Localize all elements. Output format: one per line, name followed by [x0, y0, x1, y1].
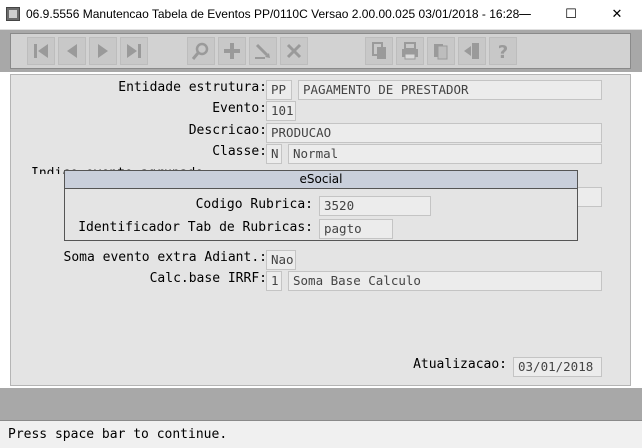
- last-record-icon: [127, 44, 141, 58]
- evento-field[interactable]: 101: [266, 101, 296, 121]
- calc-base-code-field[interactable]: 1: [266, 271, 282, 291]
- identificador-field[interactable]: pagto: [319, 219, 393, 239]
- delete-icon: [286, 43, 302, 59]
- search-icon: [191, 42, 209, 60]
- classe-code-field[interactable]: N: [266, 144, 282, 164]
- minimize-button[interactable]: —: [502, 0, 548, 29]
- entidade-desc-field: PAGAMENTO DE PRESTADOR: [298, 80, 602, 100]
- close-button[interactable]: ✕: [594, 0, 640, 29]
- add-button[interactable]: [218, 37, 246, 65]
- last-record-button[interactable]: [120, 37, 148, 65]
- calc-base-label: Calc.base IRRF:: [149, 271, 267, 286]
- window-title: 06.9.5556 Manutencao Tabela de Eventos P…: [26, 7, 520, 21]
- print-icon: [402, 42, 418, 60]
- exit-icon: [464, 43, 479, 59]
- identificador-label: Identificador Tab de Rubricas:: [78, 220, 313, 235]
- next-record-button[interactable]: [89, 37, 117, 65]
- soma-evento-label: Soma evento extra Adiant.:: [63, 250, 268, 265]
- status-bar: Press space bar to continue.: [0, 420, 642, 448]
- atualizacao-label: Atualizacao:: [413, 357, 507, 372]
- first-record-icon: [34, 44, 48, 58]
- entidade-code-field[interactable]: PP: [266, 80, 292, 100]
- help-icon: ?: [498, 42, 508, 62]
- evento-label: Evento:: [212, 101, 267, 116]
- toolbar-panel: ?: [10, 33, 631, 69]
- classe-label: Classe:: [212, 144, 267, 159]
- status-message: Press space bar to continue.: [8, 427, 228, 442]
- print-button[interactable]: [396, 37, 424, 65]
- codigo-rubrica-field[interactable]: 3520: [319, 196, 431, 216]
- title-bar: 06.9.5556 Manutencao Tabela de Eventos P…: [0, 0, 642, 30]
- entidade-label: Entidade estrutura:: [118, 80, 267, 95]
- documents-icon: [434, 44, 448, 60]
- search-button[interactable]: [187, 37, 215, 65]
- edit-button[interactable]: [249, 37, 277, 65]
- atualizacao-field: 03/01/2018: [513, 357, 602, 377]
- codigo-rubrica-label: Codigo Rubrica:: [195, 197, 313, 212]
- soma-evento-field[interactable]: Nao: [266, 250, 296, 270]
- delete-button[interactable]: [280, 37, 308, 65]
- svg-text:?: ?: [498, 42, 508, 62]
- maximize-button[interactable]: ☐: [548, 0, 594, 29]
- calc-base-desc-field: Soma Base Calculo: [288, 271, 602, 291]
- add-icon: [224, 43, 240, 59]
- app-icon: [6, 7, 20, 21]
- previous-record-button[interactable]: [58, 37, 86, 65]
- exit-button[interactable]: [458, 37, 486, 65]
- descricao-field[interactable]: PRODUCAO: [266, 123, 602, 143]
- help-button[interactable]: ?: [489, 37, 517, 65]
- bottom-panel: [0, 388, 642, 420]
- copy-button[interactable]: [365, 37, 393, 65]
- first-record-button[interactable]: [27, 37, 55, 65]
- classe-desc-field: Normal: [288, 144, 602, 164]
- documents-button[interactable]: [427, 37, 455, 65]
- edit-icon: [255, 43, 270, 59]
- toolbar: ?: [0, 30, 642, 72]
- esocial-dialog: eSocial Codigo Rubrica: 3520 Identificad…: [64, 170, 578, 241]
- copy-icon: [372, 42, 386, 59]
- descricao-label: Descricao:: [188, 123, 267, 138]
- dialog-title: eSocial: [65, 171, 577, 189]
- next-record-icon: [98, 44, 108, 58]
- previous-record-icon: [67, 44, 77, 58]
